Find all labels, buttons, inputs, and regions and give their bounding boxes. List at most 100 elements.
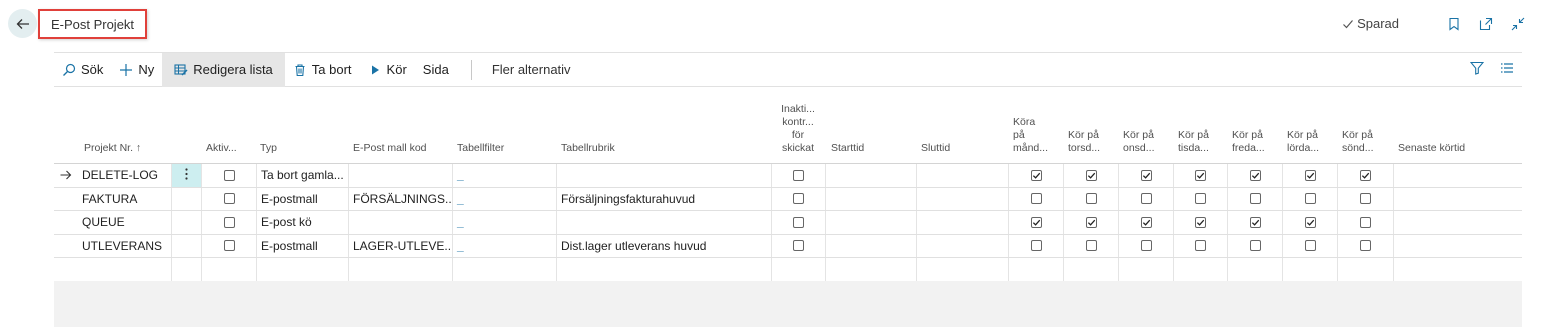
run-fri-checkbox[interactable] xyxy=(1249,216,1261,228)
run-button[interactable]: Kör xyxy=(360,53,415,87)
col-last-run[interactable]: Senaste körtid xyxy=(1398,142,1465,155)
run-tue-cell[interactable] xyxy=(1173,258,1227,281)
start-time-cell[interactable] xyxy=(825,164,916,187)
run-thu-checkbox[interactable] xyxy=(1085,216,1097,228)
run-fri-cell[interactable] xyxy=(1227,258,1282,281)
inactive-control-cell[interactable] xyxy=(771,211,825,234)
run-mon-cell[interactable] xyxy=(1008,234,1063,257)
run-thu-cell[interactable] xyxy=(1063,187,1118,210)
col-start-time[interactable]: Starttid xyxy=(831,142,864,155)
run-thu-cell[interactable] xyxy=(1063,164,1118,187)
col-active[interactable]: Aktiv... xyxy=(206,142,237,155)
start-time-cell[interactable] xyxy=(825,234,916,257)
run-thu-cell[interactable] xyxy=(1063,211,1118,234)
col-run-sun[interactable]: Kör på sönd... xyxy=(1342,129,1374,155)
row-actions-cell[interactable] xyxy=(171,164,201,187)
col-run-wed[interactable]: Kör på onsd... xyxy=(1123,129,1155,155)
col-table-filter[interactable]: Tabellfilter xyxy=(457,142,504,155)
start-time-cell[interactable] xyxy=(825,211,916,234)
run-wed-cell[interactable] xyxy=(1118,164,1173,187)
project-no-cell[interactable] xyxy=(78,258,171,281)
run-wed-checkbox[interactable] xyxy=(1140,216,1152,228)
end-time-cell[interactable] xyxy=(916,164,1008,187)
template-code-cell[interactable]: LAGER-UTLEVE... xyxy=(348,234,452,257)
run-fri-cell[interactable] xyxy=(1227,187,1282,210)
page-menu-button[interactable]: Sida xyxy=(415,53,457,87)
active-checkbox[interactable] xyxy=(223,193,235,205)
table-caption-cell[interactable]: Dist.lager utleverans huvud xyxy=(556,234,771,257)
run-sat-checkbox[interactable] xyxy=(1304,240,1316,252)
end-time-cell[interactable] xyxy=(916,187,1008,210)
active-cell[interactable] xyxy=(201,258,256,281)
run-sun-cell[interactable] xyxy=(1337,234,1393,257)
run-sun-checkbox[interactable] xyxy=(1360,216,1371,228)
run-sat-cell[interactable] xyxy=(1282,211,1337,234)
run-mon-checkbox[interactable] xyxy=(1030,216,1042,228)
active-cell[interactable] xyxy=(201,164,256,187)
run-fri-cell[interactable] xyxy=(1227,234,1282,257)
run-tue-cell[interactable] xyxy=(1173,211,1227,234)
open-new-window-icon[interactable] xyxy=(1479,17,1493,31)
run-fri-checkbox[interactable] xyxy=(1249,193,1261,205)
back-button[interactable] xyxy=(8,9,37,38)
run-tue-cell[interactable] xyxy=(1173,187,1227,210)
col-end-time[interactable]: Sluttid xyxy=(921,142,950,155)
type-cell[interactable]: Ta bort gamla... xyxy=(256,164,348,187)
table-filter-cell[interactable]: _ xyxy=(452,164,556,187)
run-sun-cell[interactable] xyxy=(1337,187,1393,210)
run-sat-checkbox[interactable] xyxy=(1304,169,1316,181)
template-code-cell[interactable]: FÖRSÄLJNINGS... xyxy=(348,187,452,210)
run-wed-cell[interactable] xyxy=(1118,258,1173,281)
run-sun-checkbox[interactable] xyxy=(1360,240,1371,252)
run-mon-checkbox[interactable] xyxy=(1030,193,1042,205)
table-caption-cell[interactable] xyxy=(556,258,771,281)
active-checkbox[interactable] xyxy=(223,216,235,228)
run-wed-checkbox[interactable] xyxy=(1140,169,1152,181)
table-filter-cell[interactable]: _ xyxy=(452,187,556,210)
run-wed-cell[interactable] xyxy=(1118,187,1173,210)
active-cell[interactable] xyxy=(201,187,256,210)
run-sat-cell[interactable] xyxy=(1282,258,1337,281)
run-mon-cell[interactable] xyxy=(1008,187,1063,210)
table-filter-cell[interactable]: _ xyxy=(452,211,556,234)
run-wed-cell[interactable] xyxy=(1118,234,1173,257)
run-sat-cell[interactable] xyxy=(1282,187,1337,210)
run-tue-cell[interactable] xyxy=(1173,164,1227,187)
list-view-icon[interactable] xyxy=(1500,61,1514,78)
start-time-cell[interactable] xyxy=(825,187,916,210)
run-tue-cell[interactable] xyxy=(1173,234,1227,257)
run-sun-cell[interactable] xyxy=(1337,258,1393,281)
end-time-cell[interactable] xyxy=(916,234,1008,257)
inactive-control-checkbox[interactable] xyxy=(793,240,804,252)
last-run-cell[interactable] xyxy=(1393,234,1522,257)
run-sat-cell[interactable] xyxy=(1282,234,1337,257)
more-vertical-icon[interactable] xyxy=(185,168,188,183)
row-actions-cell[interactable] xyxy=(171,187,201,210)
run-wed-checkbox[interactable] xyxy=(1140,240,1152,252)
project-no-cell[interactable]: UTLEVERANS xyxy=(78,235,171,258)
project-no-cell[interactable]: DELETE-LOG xyxy=(78,164,171,187)
col-run-mon[interactable]: Köra på månd... xyxy=(1013,116,1048,155)
last-run-cell[interactable] xyxy=(1393,258,1522,281)
col-type[interactable]: Typ xyxy=(260,142,277,155)
type-cell[interactable]: E-post kö xyxy=(256,211,348,234)
run-sat-cell[interactable] xyxy=(1282,164,1337,187)
inactive-control-checkbox[interactable] xyxy=(793,216,804,228)
bookmark-icon[interactable] xyxy=(1447,17,1461,31)
col-project-no[interactable]: Projekt Nr. ↑ xyxy=(84,142,141,155)
table-row[interactable]: DELETE-LOG Ta bort gamla... _ xyxy=(54,164,1522,188)
active-checkbox[interactable] xyxy=(223,169,235,181)
type-cell[interactable]: E-postmall xyxy=(256,234,348,257)
new-button[interactable]: Ny xyxy=(111,53,162,87)
col-template-code[interactable]: E-Post mall kod xyxy=(353,142,427,155)
col-run-thu[interactable]: Kör på torsd... xyxy=(1068,129,1100,155)
run-thu-checkbox[interactable] xyxy=(1085,169,1097,181)
table-caption-cell[interactable] xyxy=(556,211,771,234)
col-run-sat[interactable]: Kör på lörda... xyxy=(1287,129,1319,155)
run-sun-checkbox[interactable] xyxy=(1360,169,1371,181)
run-thu-cell[interactable] xyxy=(1063,258,1118,281)
run-sat-checkbox[interactable] xyxy=(1304,193,1316,205)
run-mon-checkbox[interactable] xyxy=(1030,169,1042,181)
delete-button[interactable]: Ta bort xyxy=(285,53,360,87)
template-code-cell[interactable] xyxy=(348,211,452,234)
